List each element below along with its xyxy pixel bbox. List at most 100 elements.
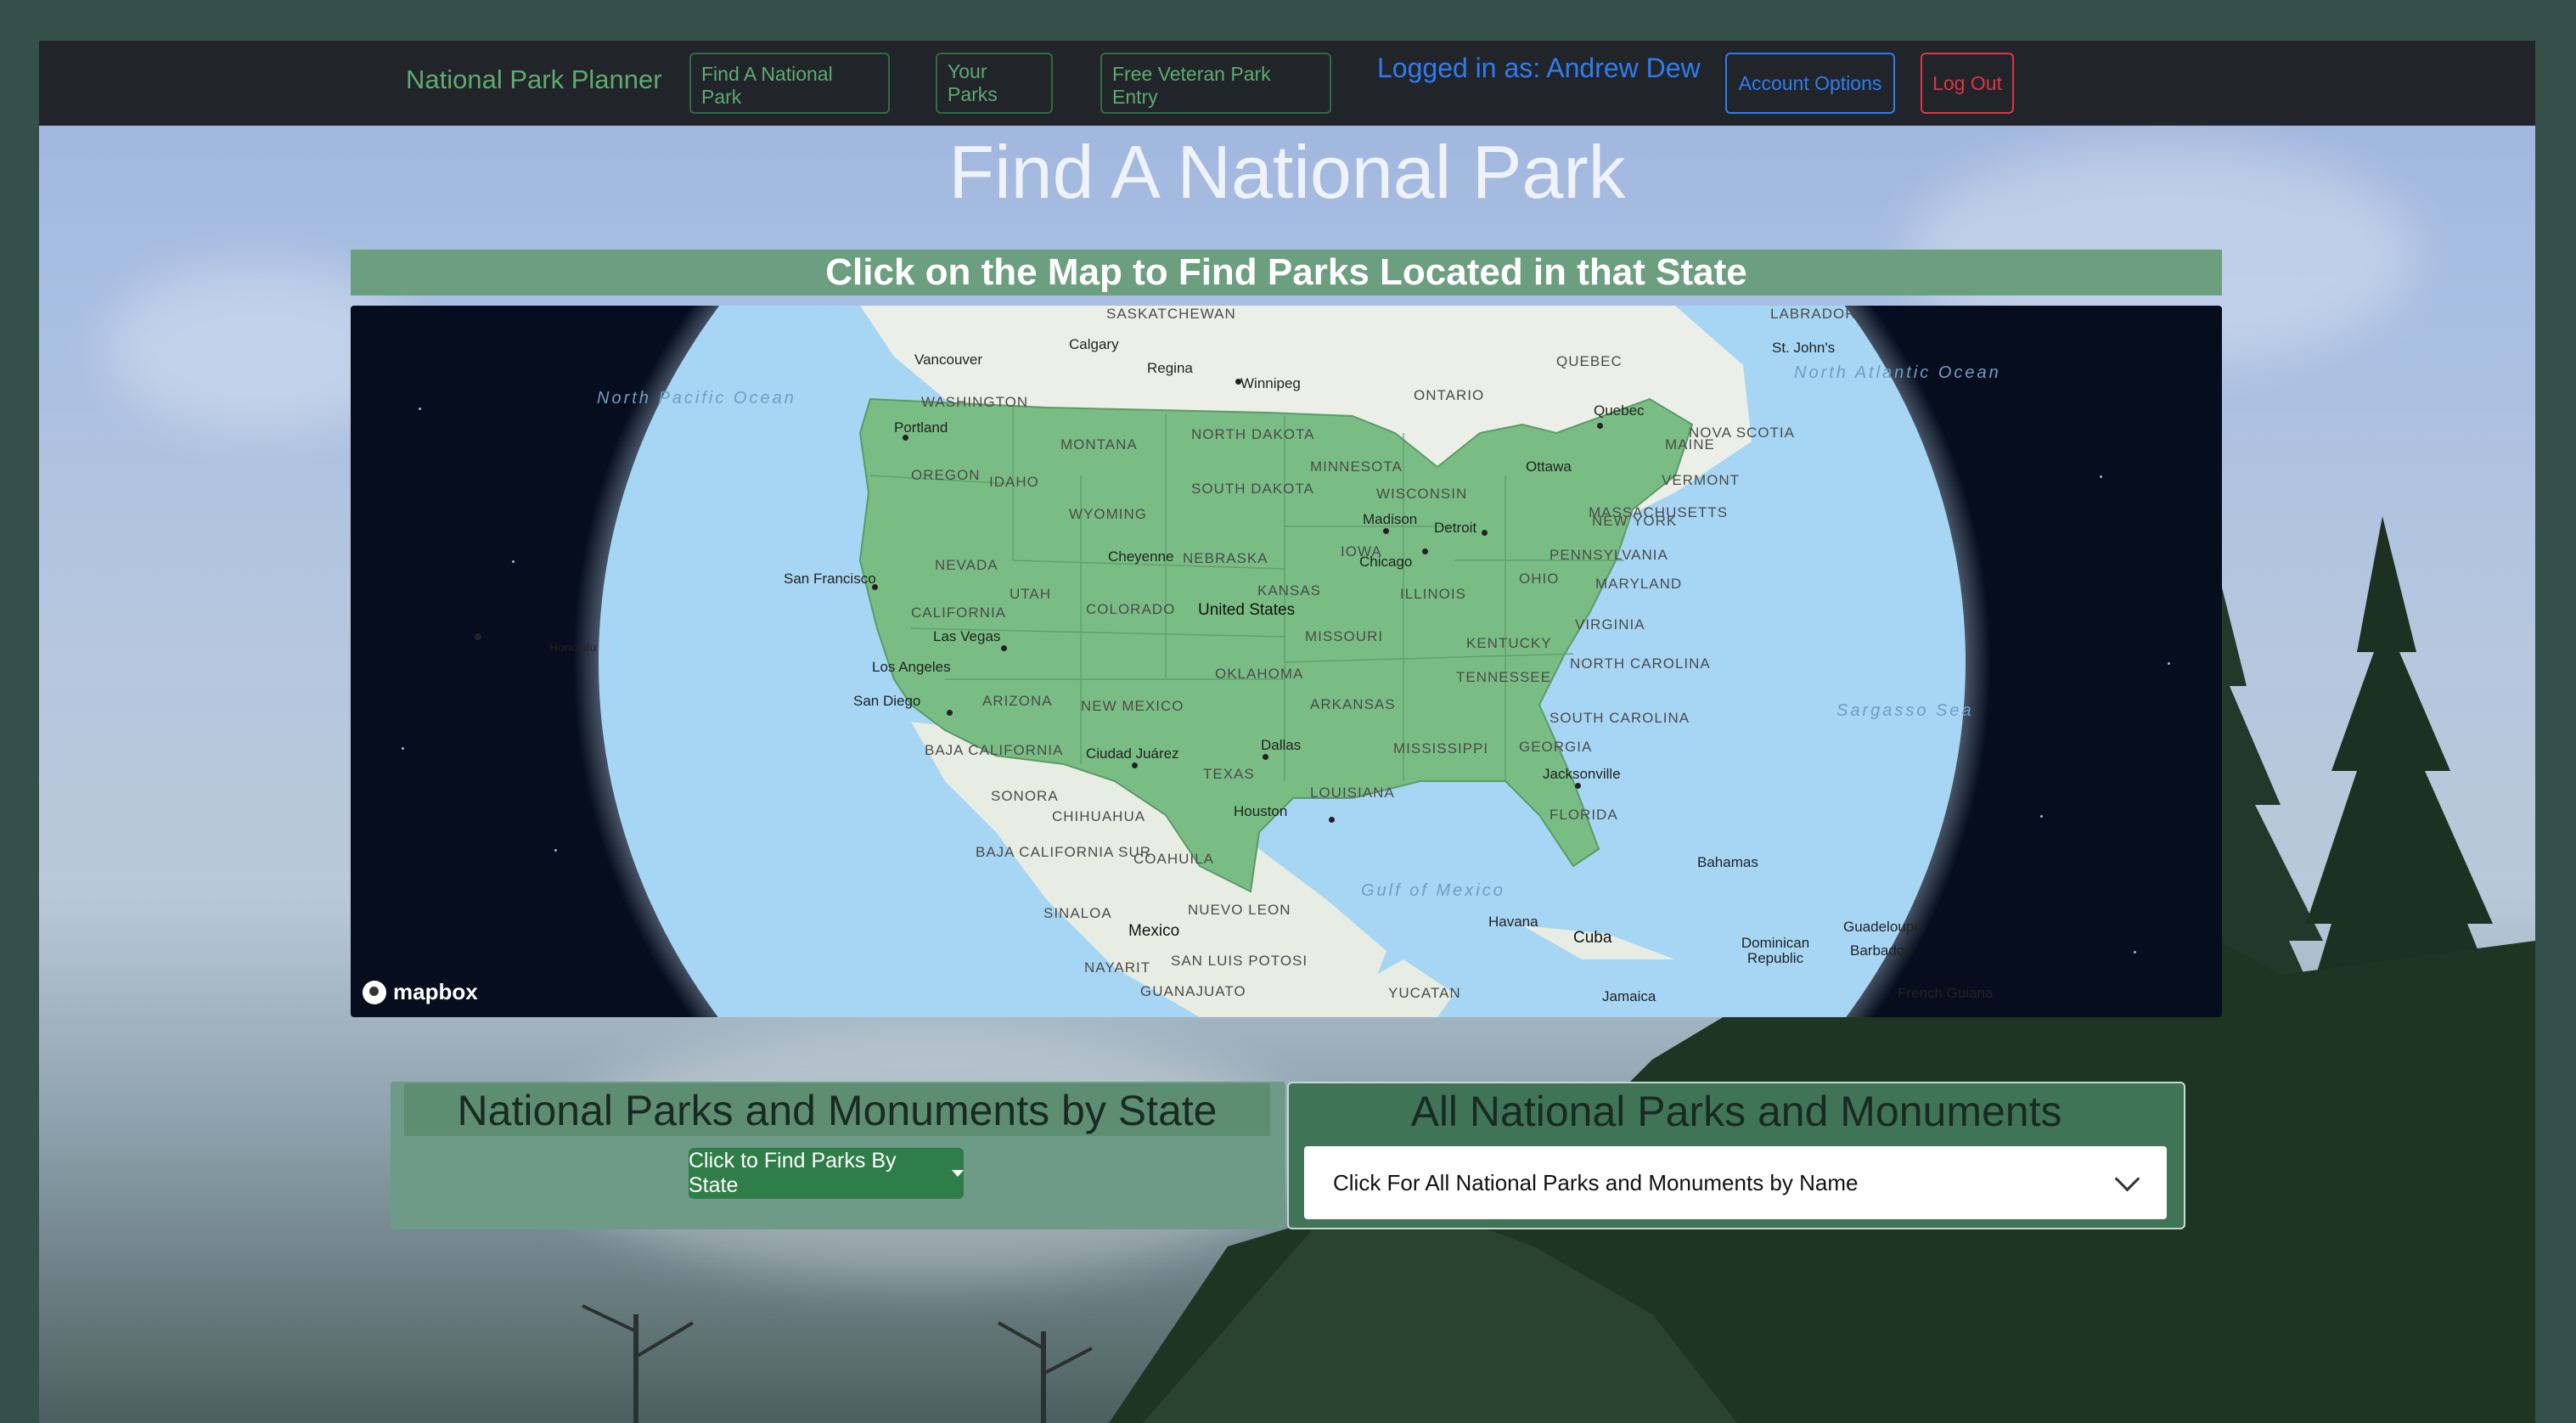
region-label: BAJA CALIFORNIA SUR [976,844,1151,860]
city-label: Madison [1363,511,1418,527]
city-dot [1575,783,1581,789]
page-frame: National Park Planner Find A National Pa… [39,41,2535,1423]
region-label: YUCATAN [1388,985,1461,1001]
city-label: Las Vegas [933,628,1001,644]
parks-by-state-panel: National Parks and Monuments by State Cl… [391,1082,1285,1229]
city-label: Jamaica [1602,988,1656,1004]
region-label: NEVADA [935,557,998,573]
region-label: SOUTH CAROLINA [1550,710,1690,726]
nav-find-park-label: Find A National Park [701,63,833,108]
city-dot [903,435,908,441]
city-label: St. John's [1772,340,1836,356]
city-label: Dallas [1261,737,1302,753]
region-label: MISSISSIPPI [1393,740,1489,756]
parks-by-state-title: National Parks and Monuments by State [404,1083,1270,1136]
city-label: Cheyenne [1108,548,1174,565]
city-dot [1263,754,1268,760]
city-label: Honolulu [549,640,597,654]
region-label: NORTH DAKOTA [1191,426,1315,442]
region-label: GEORGIA [1519,739,1593,755]
region-label: IDAHO [989,474,1039,490]
top-navbar: National Park Planner Find A National Pa… [39,41,2535,126]
ocean-label: North Atlantic Ocean [1794,363,2001,382]
city-dot [1235,379,1241,385]
city-dot [947,710,953,716]
region-label: NUEVO LEON [1188,902,1291,918]
nav-veteran-entry-button[interactable]: Free Veteran Park Entry [1100,53,1331,114]
city-label: Winnipeg [1240,375,1301,391]
ocean-label: North Pacific Ocean [597,389,796,408]
region-label: MASSACHUSETTS [1589,504,1729,520]
region-label: UTAH [1010,586,1052,602]
find-parks-by-state-dropdown[interactable]: Click to Find Parks By State [689,1148,964,1199]
region-label: OREGON [911,467,981,483]
account-options-button[interactable]: Account Options [1725,53,1895,114]
region-label: MINNESOTA [1310,458,1403,475]
region-label: ONTARIO [1414,387,1485,403]
region-label: SOUTH DAKOTA [1191,481,1314,497]
city-dot [1329,817,1335,823]
chevron-down-icon [2114,1166,2140,1192]
region-label: QUEBEC [1556,353,1623,369]
city-dot [1383,528,1389,534]
city-label: Vancouver [914,352,983,368]
region-label: LABRADOR [1770,306,1857,322]
all-parks-select-value: Click For All National Parks and Monumen… [1333,1170,1859,1195]
region-label: WASHINGTON [921,394,1029,410]
region-label: LOUISIANA [1310,785,1395,801]
city-label: Dominican Republic [1741,935,1810,966]
region-label: COLORADO [1086,601,1176,617]
mapbox-icon [363,980,386,1004]
city-label: Detroit [1434,520,1477,536]
region-label: KENTUCKY [1466,635,1552,651]
region-label: ILLINOIS [1400,586,1466,602]
region-label: GUANAJUATO [1140,983,1246,999]
region-label: PENNSYLVANIA [1550,547,1668,563]
city-label: Barbados [1850,942,1912,959]
city-label: Los Angeles [872,659,951,675]
city-dot [872,584,878,590]
mapbox-attribution[interactable]: mapbox [363,979,478,1005]
logged-in-user: Logged in as: Andrew Dew [1377,53,1701,83]
nav-find-park-button[interactable]: Find A National Park [689,53,890,114]
region-label: NEBRASKA [1183,550,1268,566]
region-label: BAJA CALIFORNIA [925,742,1064,758]
region-label: SONORA [991,788,1059,804]
log-out-button[interactable]: Log Out [1921,53,2014,114]
city-label: San Francisco [784,571,876,587]
region-label: WYOMING [1069,506,1147,522]
us-state-map[interactable]: North Pacific Ocean North Atlantic Ocean… [351,306,2222,1017]
all-parks-select[interactable]: Click For All National Parks and Monumen… [1304,1146,2167,1219]
nav-veteran-entry-label: Free Veteran Park Entry [1112,63,1271,108]
city-dot [1482,530,1488,536]
ocean-label: Gulf of Mexico [1361,881,1505,900]
region-label: MISSOURI [1305,628,1384,644]
region-label: CALIFORNIA [911,605,1007,621]
region-label: KANSAS [1257,582,1321,599]
city-label: Bahamas [1697,854,1758,870]
city-label: Mexico [1128,922,1180,940]
map-instruction-banner: Click on the Map to Find Parks Located i… [351,250,2222,295]
nav-your-parks-button[interactable]: Your Parks [936,53,1053,114]
brand-logo[interactable]: National Park Planner [406,65,662,95]
region-label: NORTH CAROLINA [1570,655,1711,672]
city-label: Calgary [1069,336,1119,352]
city-label: Ottawa [1526,458,1572,475]
region-label: WISCONSIN [1376,486,1468,502]
region-label: NEW MEXICO [1081,698,1184,714]
page-title: Find A National Park [948,130,1626,214]
region-label: TENNESSEE [1456,669,1551,685]
mapbox-label: mapbox [393,979,478,1004]
region-label: ARKANSAS [1310,696,1396,712]
city-label: Regina [1147,360,1193,376]
all-parks-panel: All National Parks and Monuments Click F… [1287,1082,2185,1229]
region-label: SASKATCHEWAN [1106,306,1236,322]
region-label: NOVA SCOTIA [1689,425,1795,441]
city-label: Portland [894,419,948,436]
city-dot [1001,645,1007,651]
region-label: VERMONT [1662,472,1740,488]
region-label: FLORIDA [1550,807,1618,823]
region-label: ARIZONA [982,693,1053,709]
region-label: VIRGINIA [1575,616,1645,633]
city-label: Cuba [1573,929,1612,947]
